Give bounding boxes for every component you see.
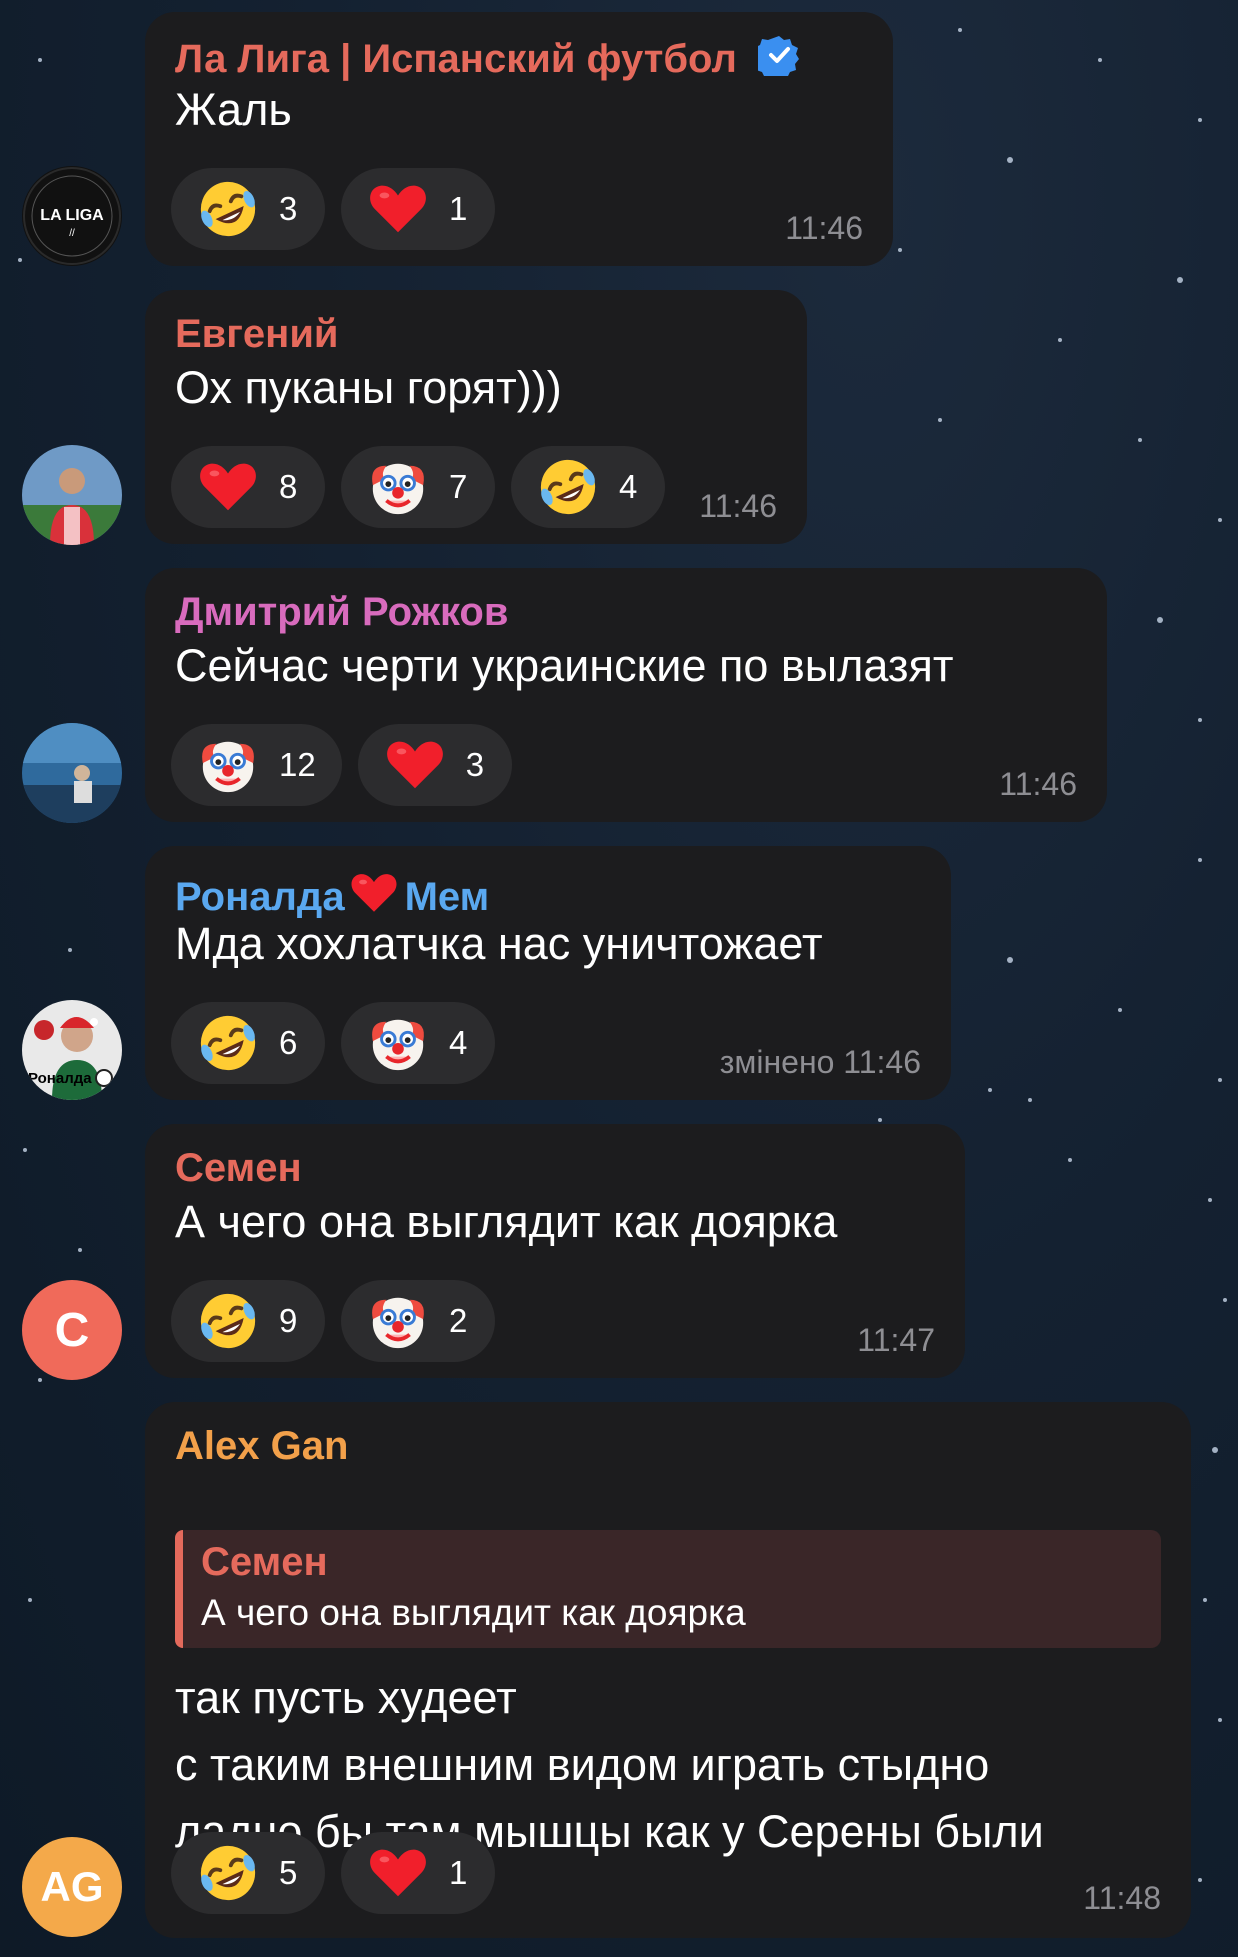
rofl-emoji-icon xyxy=(537,456,599,518)
reaction-count: 3 xyxy=(279,190,298,227)
message-line: так пусть худеет xyxy=(175,1672,517,1723)
message-bubble[interactable]: Евгений Ох пуканы горят))) 8 7 4 11:46 xyxy=(145,290,807,544)
message-time: 11:46 xyxy=(699,488,777,524)
sender-name[interactable]: Дмитрий Рожков xyxy=(175,590,508,635)
reactions-row: 5 1 xyxy=(171,1832,495,1914)
user-photo-icon xyxy=(22,723,122,823)
reaction-clown[interactable]: 2 xyxy=(341,1280,495,1362)
message-time: змінено 11:46 xyxy=(719,1044,921,1080)
heart-emoji-icon xyxy=(367,1842,429,1904)
clown-emoji-icon xyxy=(367,456,429,518)
rofl-emoji-icon xyxy=(197,178,259,240)
message-time: 11:47 xyxy=(857,1322,935,1358)
avatar-initials: С xyxy=(54,1303,90,1357)
clown-emoji-icon xyxy=(367,1012,429,1074)
reaction-heart[interactable]: 3 xyxy=(357,724,512,806)
reply-text: А чего она выглядит как доярка xyxy=(201,1592,746,1633)
message-text: Сейчас черти украинские по вылазят xyxy=(175,640,954,691)
reactions-row: 12 3 xyxy=(171,724,512,806)
reaction-count: 1 xyxy=(449,190,468,227)
clown-emoji-icon xyxy=(197,734,259,796)
message-time: 11:48 xyxy=(1083,1880,1161,1916)
avatar-semen[interactable]: С xyxy=(22,1280,122,1380)
user-photo-icon xyxy=(22,445,122,545)
message-bubble[interactable]: Роналда Мем Мда хохлатчка нас уничтожает … xyxy=(145,846,951,1100)
reaction-count: 3 xyxy=(465,746,485,783)
message-time: 11:46 xyxy=(999,766,1077,802)
svg-text://: // xyxy=(69,228,75,239)
message-text: Мда хохлатчка нас уничтожает xyxy=(175,918,823,969)
message-text: Ох пуканы горят))) xyxy=(175,362,562,413)
reaction-count: 4 xyxy=(449,1024,468,1061)
avatar-caption: Роналда xyxy=(28,1070,92,1087)
reaction-count: 8 xyxy=(279,468,298,505)
message-line: с таким внешним видом играть стыдно xyxy=(175,1739,990,1790)
heart-emoji-icon xyxy=(367,178,429,240)
reaction-count: 12 xyxy=(279,746,316,783)
reply-bar xyxy=(175,1530,183,1648)
avatar-initials: AG xyxy=(40,1863,104,1910)
reaction-clown[interactable]: 4 xyxy=(341,1002,495,1084)
verified-icon xyxy=(753,34,800,86)
reactions-row: 8 7 4 xyxy=(171,446,665,528)
avatar-laliga[interactable]: LA LIGA // xyxy=(22,166,122,266)
reaction-clown[interactable]: 12 xyxy=(171,724,342,806)
sender-name[interactable]: Alex Gan xyxy=(175,1424,348,1469)
reactions-row: 6 4 xyxy=(171,1002,495,1084)
svg-text:LA LIGA: LA LIGA xyxy=(40,207,104,224)
reaction-heart[interactable]: 1 xyxy=(341,168,495,250)
reactions-row: 3 1 xyxy=(171,168,495,250)
reaction-count: 6 xyxy=(279,1024,298,1061)
message-bubble[interactable]: Ла Лига | Испанский футбол Жаль 3 1 11:4… xyxy=(145,12,893,266)
reaction-rofl[interactable]: 4 xyxy=(511,446,665,528)
reaction-heart[interactable]: 8 xyxy=(171,446,325,528)
avatar-ronalda[interactable]: Роналда xyxy=(22,1000,122,1100)
rofl-emoji-icon xyxy=(197,1012,259,1074)
heart-emoji-icon xyxy=(384,734,446,796)
reaction-rofl[interactable]: 5 xyxy=(171,1832,325,1914)
heart-emoji-icon xyxy=(197,456,259,518)
message-time: 11:46 xyxy=(785,210,863,246)
message-text: А чего она выглядит как доярка xyxy=(175,1196,838,1247)
reaction-clown[interactable]: 7 xyxy=(341,446,495,528)
sender-name[interactable]: Ла Лига | Испанский футбол xyxy=(175,34,800,86)
message-bubble[interactable]: Дмитрий Рожков Сейчас черти украинские п… xyxy=(145,568,1107,822)
reaction-count: 1 xyxy=(449,1854,468,1891)
reaction-rofl[interactable]: 3 xyxy=(171,168,325,250)
rofl-emoji-icon xyxy=(197,1842,259,1904)
reply-quote[interactable]: Семен А чего она выглядит как доярка xyxy=(175,1530,1161,1648)
avatar-dmitriy[interactable] xyxy=(22,723,122,823)
reactions-row: 9 2 xyxy=(171,1280,495,1362)
clown-emoji-icon xyxy=(367,1290,429,1352)
reaction-count: 9 xyxy=(279,1302,298,1339)
reaction-count: 5 xyxy=(279,1854,298,1891)
message-bubble[interactable]: Семен А чего она выглядит как доярка 9 2… xyxy=(145,1124,965,1378)
reaction-rofl[interactable]: 6 xyxy=(171,1002,325,1084)
message-bubble[interactable]: Alex Gan Семен А чего она выглядит как д… xyxy=(145,1402,1191,1938)
message-text: Жаль xyxy=(175,84,292,135)
rofl-emoji-icon xyxy=(197,1290,259,1352)
reaction-count: 4 xyxy=(619,468,638,505)
avatar-alexgan[interactable]: AG xyxy=(22,1837,122,1937)
reaction-heart[interactable]: 1 xyxy=(341,1832,495,1914)
sender-name[interactable]: Евгений xyxy=(175,312,339,357)
laliga-logo-icon: LA LIGA // xyxy=(23,167,121,265)
reply-sender-name: Семен xyxy=(201,1540,328,1584)
reaction-count: 7 xyxy=(449,468,468,505)
avatar-evgeniy[interactable] xyxy=(22,445,122,545)
reaction-rofl[interactable]: 9 xyxy=(171,1280,325,1362)
reaction-count: 2 xyxy=(449,1302,468,1339)
sender-name[interactable]: Семен xyxy=(175,1146,302,1191)
